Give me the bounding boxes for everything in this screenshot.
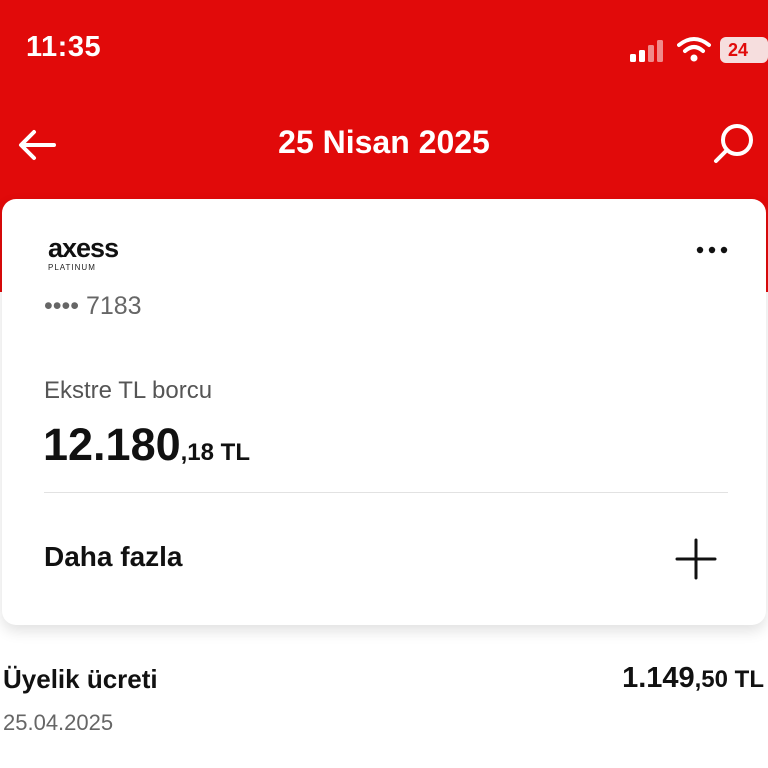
card-brand-logo: axess PLATINUM — [48, 233, 119, 273]
credit-card-summary: axess PLATINUM •••• 7183 Ekstre TL borcu… — [2, 199, 766, 625]
transaction-amount: 1.149,50 TL — [622, 662, 764, 695]
statement-debt-amount: 12.180,18 TL — [43, 419, 250, 471]
brand-name: axess — [48, 233, 119, 263]
wifi-icon — [677, 37, 711, 62]
statement-debt-label: Ekstre TL borcu — [44, 377, 213, 404]
search-button[interactable] — [706, 118, 760, 172]
arrow-left-icon — [19, 130, 56, 160]
brand-tier: PLATINUM — [48, 263, 96, 272]
transaction-date: 25.04.2025 — [3, 710, 114, 735]
status-time: 11:35 — [26, 31, 102, 63]
divider — [44, 492, 728, 493]
battery-indicator: 24 — [720, 37, 768, 63]
back-button[interactable] — [12, 120, 62, 170]
transaction-amount-integer: 1.149 — [622, 662, 695, 694]
card-number-masked: •••• 7183 — [44, 292, 142, 320]
page-title: 25 Nisan 2025 — [278, 124, 490, 160]
debt-amount-decimal: ,18 TL — [180, 439, 250, 466]
search-icon — [714, 124, 753, 163]
transaction-amount-decimal: ,50 TL — [694, 666, 764, 693]
more-details-toggle[interactable]: Daha fazla — [2, 513, 766, 603]
more-details-label: Daha fazla — [44, 541, 183, 572]
signal-icon — [630, 40, 663, 62]
debt-amount-integer: 12.180 — [43, 419, 181, 470]
ellipsis-icon — [696, 246, 728, 254]
transaction-title: Üyelik ücreti — [3, 664, 158, 694]
transaction-row[interactable]: Üyelik ücreti 25.04.2025 1.149,50 TL — [0, 660, 768, 750]
card-options-button[interactable] — [692, 235, 732, 265]
plus-icon — [675, 538, 717, 580]
